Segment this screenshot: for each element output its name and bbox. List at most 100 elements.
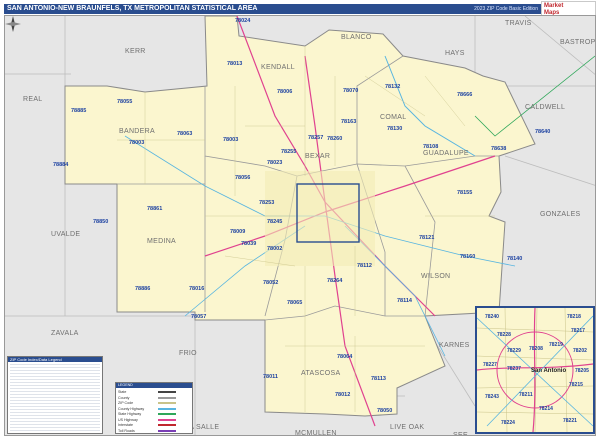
zip-label: 78057 [191, 314, 207, 320]
inset-zip-label: 78211 [519, 392, 533, 398]
inset-zip-label: 78217 [571, 328, 585, 334]
zip-label: 78140 [507, 256, 523, 262]
zip-label: 78063 [177, 131, 193, 137]
county-label: CALDWELL [525, 104, 566, 111]
county-label: WILSON [421, 273, 451, 280]
inset-zip-label: 78202 [573, 348, 587, 354]
county-label: FRIO [179, 350, 197, 357]
zip-label: 78055 [117, 99, 133, 105]
legend-row: County [118, 396, 176, 400]
zip-label: 78039 [241, 241, 257, 247]
inset-city-label: San Antonio [531, 368, 567, 374]
zip-label: 78850 [93, 219, 109, 225]
legend-row-label: County Highway [118, 406, 145, 411]
legend-swatch [158, 407, 176, 410]
legend-swatch [158, 418, 176, 421]
zip-label: 78011 [263, 374, 278, 380]
inset-zip-label: 78240 [485, 314, 499, 320]
zip-label: 78112 [357, 263, 372, 269]
zip-label: 78003 [223, 137, 239, 143]
map-poster: SAN ANTONIO-NEW BRAUNFELS, TX METROPOLIT… [0, 0, 600, 440]
inset-zip-label: 78243 [485, 394, 499, 400]
county-label: SEE [453, 432, 468, 436]
zip-index-rows [10, 364, 100, 431]
zip-label: 78638 [491, 146, 507, 152]
legend-swatch [158, 391, 176, 393]
zip-label: 78064 [337, 354, 353, 360]
zip-label: 78108 [423, 144, 439, 150]
county-label: BANDERA [119, 128, 155, 135]
inset-zip-label: 78205 [575, 368, 589, 374]
inset-zip-label: 78214 [539, 406, 553, 412]
zip-label: 78884 [53, 162, 69, 168]
legend-row: Toll Roads [118, 428, 176, 433]
legend-row: Interstate [118, 423, 176, 427]
legend-row: ZIP Code [118, 401, 176, 405]
zip-label: 78666 [457, 92, 473, 98]
county-label: KARNES [439, 342, 470, 349]
zip-label: 78886 [135, 286, 151, 292]
zip-label: 78009 [230, 229, 246, 235]
county-label: BLANCO [341, 34, 372, 41]
zip-label: 78260 [327, 136, 343, 142]
zip-label: 78113 [371, 376, 386, 382]
legend-swatch [158, 413, 176, 415]
county-label: COMAL [380, 114, 407, 121]
zip-label: 78121 [419, 235, 435, 241]
county-label: ATASCOSA [301, 370, 341, 377]
zip-label: 78257 [308, 135, 324, 141]
map-title: SAN ANTONIO-NEW BRAUNFELS, TX METROPOLIT… [7, 5, 258, 12]
zip-label: 78002 [267, 246, 283, 252]
zip-label: 78024 [235, 18, 251, 24]
map-canvas[interactable]: KERR KENDALL BLANCO HAYS TRAVIS BASTROP REAL BA… [4, 15, 596, 436]
legend-row-label: Toll Roads [118, 428, 135, 433]
zip-index-table: ZIP Code Index/Data Legend [7, 356, 103, 434]
zip-label: 78861 [147, 206, 163, 212]
county-label: LIVE OAK [390, 424, 425, 431]
legend-title: LEGEND [116, 383, 192, 388]
zip-label: 78065 [287, 300, 303, 306]
zip-label: 78013 [227, 61, 243, 67]
zip-label: 78160 [460, 254, 476, 260]
legend-swatch [158, 424, 176, 426]
zip-label: 78056 [235, 175, 251, 181]
legend-row: US Highway [118, 417, 176, 422]
logo-line-1: Market [544, 3, 564, 9]
edition-label: 2023 ZIP Code Basic Edition [474, 6, 538, 12]
map-legend: LEGEND State County ZIP Code County Highway… [115, 382, 193, 434]
legend-row-label: Interstate [118, 423, 133, 427]
inset-zip-label: 78224 [501, 420, 515, 426]
zip-label: 78006 [277, 89, 293, 95]
zip-label: 78130 [387, 126, 403, 132]
zip-label: 78245 [267, 219, 283, 225]
legend-row-label: State [118, 390, 127, 394]
zip-label: 78155 [457, 190, 473, 196]
zip-label: 78052 [263, 280, 279, 286]
title-bar: SAN ANTONIO-NEW BRAUNFELS, TX METROPOLIT… [4, 1, 596, 17]
compass-rose-icon [5, 16, 21, 32]
county-label: HAYS [445, 50, 465, 57]
county-label: UVALDE [51, 231, 81, 238]
inset-zip-label: 78215 [569, 382, 583, 388]
zip-label: 78050 [377, 408, 393, 414]
inset-zip-label: 78237 [507, 366, 521, 372]
zip-label: 78640 [535, 129, 551, 135]
inset-map[interactable]: San Antonio 78240 78218 78217 78228 78219 782… [475, 306, 595, 434]
zip-label: 78163 [341, 119, 357, 125]
county-label: BASTROP [560, 39, 596, 46]
county-label: REAL [23, 96, 43, 103]
county-label: KENDALL [261, 64, 296, 71]
legend-row-label: ZIP Code [118, 401, 134, 405]
inset-zip-label: 78221 [563, 418, 577, 424]
zip-label: 78012 [335, 392, 351, 398]
legend-swatch [158, 402, 176, 404]
zip-index-title: ZIP Code Index/Data Legend [8, 357, 102, 362]
legend-row-label: US Highway [118, 417, 138, 422]
zip-label: 78885 [71, 108, 87, 114]
legend-swatch [158, 396, 176, 399]
county-label: BEXAR [305, 153, 331, 160]
zip-label: 78264 [327, 278, 343, 284]
legend-row: County Highway [118, 406, 176, 411]
legend-row-label: State Highway [118, 412, 142, 416]
zip-label: 78253 [259, 200, 275, 206]
